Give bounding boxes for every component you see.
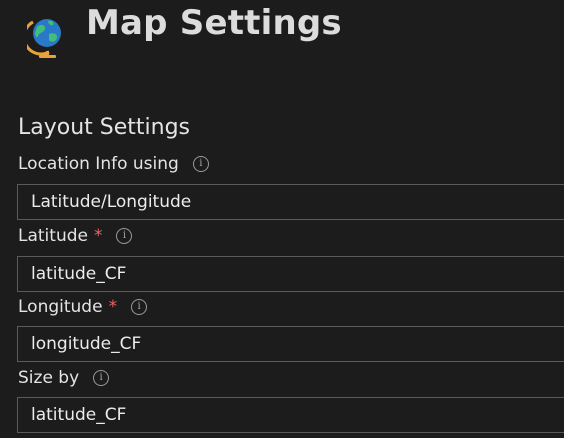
longitude-label-row: Longitude * i <box>18 295 148 319</box>
map-settings-panel: Map Settings Layout Settings Location In… <box>0 0 564 438</box>
size-by-label: Size by <box>18 368 80 388</box>
header: Map Settings <box>0 0 564 62</box>
location-info-label: Location Info using <box>18 154 179 174</box>
longitude-select[interactable]: longitude_CF <box>17 326 564 362</box>
required-asterisk: * <box>93 226 103 246</box>
info-icon[interactable]: i <box>192 156 209 172</box>
location-info-label-row: Location Info using i <box>18 152 209 176</box>
longitude-label: Longitude <box>18 297 103 317</box>
info-icon[interactable]: i <box>131 299 148 315</box>
section-title: Layout Settings <box>18 115 191 140</box>
size-by-select[interactable]: latitude_CF <box>17 397 564 433</box>
size-by-label-row: Size by i <box>18 366 110 390</box>
location-info-select[interactable]: Latitude/Longitude <box>17 184 564 220</box>
page-title: Map Settings <box>86 3 342 43</box>
required-asterisk: * <box>108 297 118 317</box>
globe-icon <box>27 19 61 58</box>
info-icon[interactable]: i <box>93 370 110 386</box>
latitude-label: Latitude <box>18 226 88 246</box>
info-icon[interactable]: i <box>116 228 133 244</box>
latitude-label-row: Latitude * i <box>18 224 133 248</box>
latitude-select[interactable]: latitude_CF <box>17 256 564 292</box>
